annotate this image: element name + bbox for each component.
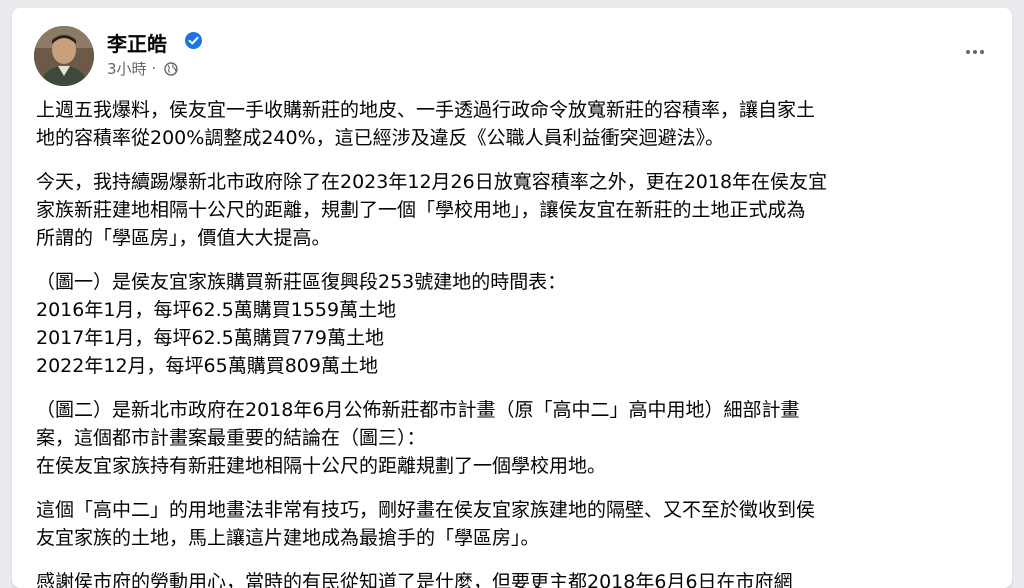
- text-line: 家族新莊建地相隔十公尺的距離，規劃了一個「學校用地」，讓侯友宜在新莊的土地正式成…: [36, 199, 806, 221]
- paragraph: 這個「高中二」的用地畫法非常有技巧，剛好畫在侯友宜家族建地的隔壁、又不至於徵收到…: [36, 496, 1001, 552]
- paragraph: （圖二）是新北市政府在2018年6月公佈新莊都市計畫（原「高中二」高中用地）細部…: [36, 396, 1001, 480]
- text-line: 友宜家族的土地，馬上讓這片建地成為最搶手的「學區房」。: [36, 527, 540, 549]
- text-line: （圖一）是侯友宜家族購買新莊區復興段253號建地的時間表：: [36, 271, 567, 293]
- post-meta: 3小時 ·: [107, 58, 178, 79]
- text-line: 這個「高中二」的用地畫法非常有技巧，剛好畫在侯友宜家族建地的隔壁、又不至於徵收到…: [36, 499, 816, 521]
- text-line: 2022年12月，每坪65萬購買809萬土地: [36, 355, 378, 377]
- text-line: （圖二）是新北市政府在2018年6月公佈新莊都市計畫（原「高中二」高中用地）細部…: [36, 399, 800, 421]
- post-card: 李正皓 3小時 · 上週五我爆料，侯友宜一手收購新莊的地皮、一手透過行政命令放寬…: [12, 8, 1012, 588]
- author-avatar[interactable]: [34, 26, 94, 86]
- paragraph: 感謝侯市府的勞動用心，當時的有民從知道了是什麼，但要更主都2018年6月6日在市…: [36, 568, 1001, 588]
- text-line: 上週五我爆料，侯友宜一手收購新莊的地皮、一手透過行政命令放寬新莊的容積率，讓自家…: [36, 99, 816, 121]
- post-header: 李正皓 3小時 ·: [34, 26, 994, 88]
- post-body: 上週五我爆料，侯友宜一手收購新莊的地皮、一手透過行政命令放寬新莊的容積率，讓自家…: [36, 96, 1001, 588]
- author-name[interactable]: 李正皓: [107, 28, 167, 57]
- text-line: 所謂的「學區房」，價值大大提高。: [36, 227, 331, 249]
- text-line: 2016年1月，每坪62.5萬購買1559萬土地: [36, 299, 397, 321]
- paragraph: 今天，我持續踢爆新北市政府除了在2023年12月26日放寬容積率之外，更在201…: [36, 168, 1001, 252]
- more-options-icon[interactable]: [960, 40, 990, 64]
- globe-icon: [164, 61, 178, 76]
- paragraph: 上週五我爆料，侯友宜一手收購新莊的地皮、一手透過行政命令放寬新莊的容積率，讓自家…: [36, 96, 1001, 152]
- text-line: 地的容積率從200%調整成240%，這已經涉及違反《公職人員利益衝突迴避法》。: [36, 127, 725, 149]
- text-line: 在侯友宜家族持有新莊建地相隔十公尺的距離規劃了一個學校用地。: [36, 455, 607, 477]
- text-line: 感謝侯市府的勞動用心，當時的有民從知道了是什麼，但要更主都2018年6月6日在市…: [36, 571, 793, 588]
- post-time[interactable]: 3小時: [107, 60, 147, 78]
- paragraph: （圖一）是侯友宜家族購買新莊區復興段253號建地的時間表： 2016年1月，每坪…: [36, 268, 1001, 380]
- verified-badge-icon: [185, 32, 202, 49]
- text-line: 今天，我持續踢爆新北市政府除了在2023年12月26日放寬容積率之外，更在201…: [36, 171, 828, 193]
- meta-separator: ·: [151, 59, 157, 78]
- text-line: 案，這個都市計畫案最重要的結論在（圖三）：: [36, 427, 426, 449]
- text-line: 2017年1月，每坪62.5萬購買779萬土地: [36, 327, 385, 349]
